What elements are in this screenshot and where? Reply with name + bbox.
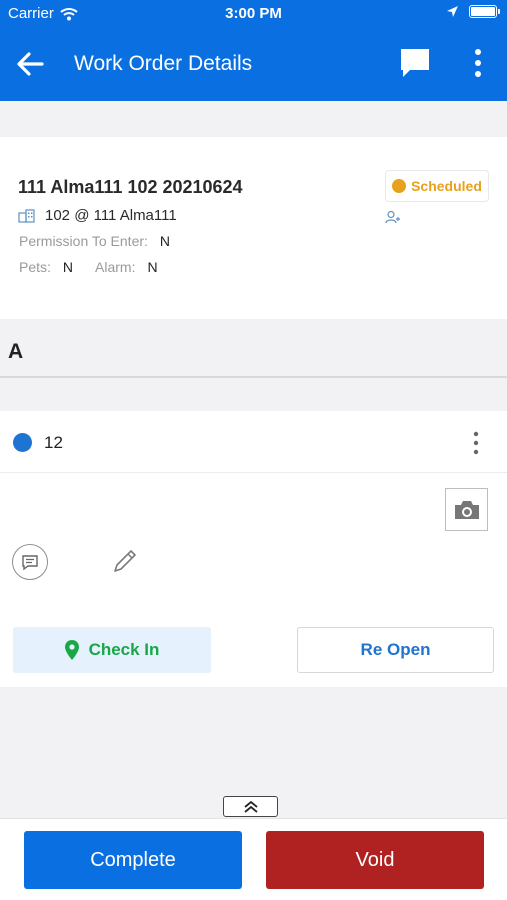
status-badge: Scheduled: [385, 170, 489, 202]
work-order-card[interactable]: 111 Alma111 102 20210624 102 @ 111 Alma1…: [0, 137, 507, 319]
map-pin-icon: [64, 640, 79, 660]
permission-label: Permission To Enter:: [19, 233, 148, 249]
complete-button[interactable]: Complete: [24, 831, 242, 889]
status-label: Scheduled: [411, 178, 482, 194]
task-status-dot: [13, 433, 32, 452]
status-time: 3:00 PM: [225, 5, 282, 22]
chat-icon[interactable]: [398, 46, 432, 80]
section-header: A: [0, 320, 507, 378]
location-label: 102 @ 111 Alma111: [45, 207, 177, 224]
pets-alarm-row: Pets: N Alarm: N: [19, 259, 158, 275]
battery-icon: [469, 5, 500, 18]
more-vertical-icon[interactable]: [466, 46, 490, 80]
task-header[interactable]: 12: [0, 411, 507, 473]
expand-handle[interactable]: [223, 796, 278, 817]
camera-icon: [454, 500, 479, 519]
permission-row: Permission To Enter: N: [19, 233, 170, 249]
work-order-location: 102 @ 111 Alma111: [18, 207, 177, 224]
location-arrow-icon: [447, 6, 458, 17]
permission-value: N: [159, 233, 171, 249]
pets-label: Pets:: [19, 259, 51, 275]
reopen-label: Re Open: [360, 640, 431, 659]
building-icon: [18, 208, 35, 223]
comment-icon: [22, 554, 38, 570]
status-right: [446, 5, 500, 18]
comment-button[interactable]: [12, 544, 48, 580]
page-title: Work Order Details: [74, 52, 253, 75]
nav-bar: Work Order Details: [0, 28, 507, 101]
pencil-icon[interactable]: [110, 546, 140, 576]
work-order-title: 111 Alma111 102 20210624: [18, 177, 243, 197]
pets-value: N: [62, 259, 74, 275]
alarm-value: N: [147, 259, 158, 275]
camera-button[interactable]: [445, 488, 488, 531]
assign-user-icon[interactable]: [385, 210, 400, 225]
task-number: 12: [44, 433, 63, 452]
reopen-button[interactable]: Re Open: [297, 627, 494, 673]
alarm-label: Alarm:: [95, 259, 136, 275]
void-label: Void: [355, 848, 395, 871]
check-in-label: Check In: [88, 640, 160, 659]
task-panel: 12 Check In Re Open: [0, 411, 507, 687]
bottom-action-bar: Complete Void: [0, 818, 507, 900]
back-arrow-icon[interactable]: [14, 48, 46, 80]
section-label: A: [8, 340, 24, 363]
check-in-button[interactable]: Check In: [13, 627, 211, 673]
status-bar: Carrier 3:00 PM: [0, 0, 507, 28]
status-dot: [392, 179, 407, 193]
task-more-icon[interactable]: [466, 429, 486, 457]
void-button[interactable]: Void: [266, 831, 484, 889]
double-chevron-up-icon: [243, 800, 258, 813]
complete-label: Complete: [90, 848, 176, 871]
